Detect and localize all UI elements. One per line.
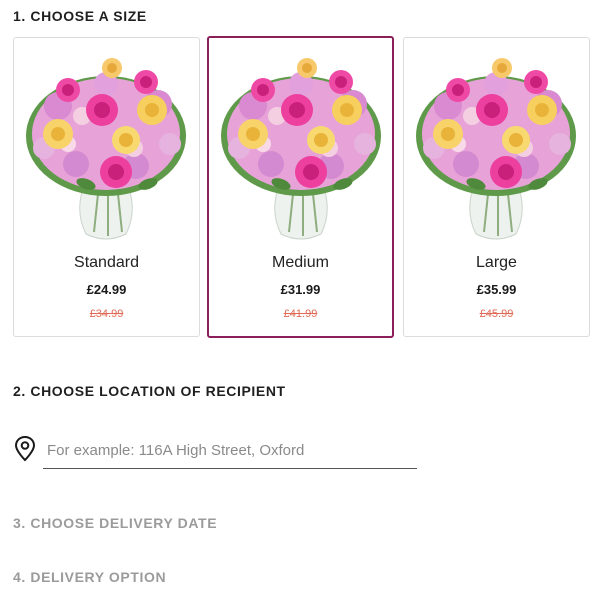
size-price: £31.99: [280, 282, 321, 297]
step-2-title: 2. CHOOSE LOCATION OF RECIPIENT: [13, 383, 286, 399]
size-original-price: £45.99: [479, 308, 514, 320]
size-original-price: £34.99: [89, 308, 124, 320]
size-name: Medium: [272, 254, 329, 271]
size-options: Standard £24.99 £34.99 Medium £31.99 £41…: [13, 36, 591, 339]
step-1-title: 1. CHOOSE A SIZE: [13, 8, 147, 24]
size-card-medium[interactable]: Medium £31.99 £41.99: [207, 36, 394, 338]
size-card-large[interactable]: Large £35.99 £45.99: [403, 37, 590, 337]
bouquet-image: [25, 57, 187, 240]
recipient-location-input[interactable]: [43, 433, 417, 469]
size-price: £24.99: [86, 282, 127, 297]
bouquet-image: [415, 57, 577, 240]
size-price: £35.99: [476, 282, 517, 297]
size-card-standard[interactable]: Standard £24.99 £34.99: [13, 37, 200, 337]
size-name: Large: [476, 254, 517, 271]
location-field: [13, 433, 417, 471]
location-pin-icon: [14, 435, 36, 462]
size-original-price: £41.99: [283, 308, 318, 320]
bouquet-image: [220, 57, 382, 240]
step-4-title[interactable]: 4. DELIVERY OPTION: [13, 569, 166, 585]
size-name: Standard: [74, 254, 139, 271]
step-3-title[interactable]: 3. CHOOSE DELIVERY DATE: [13, 515, 217, 531]
